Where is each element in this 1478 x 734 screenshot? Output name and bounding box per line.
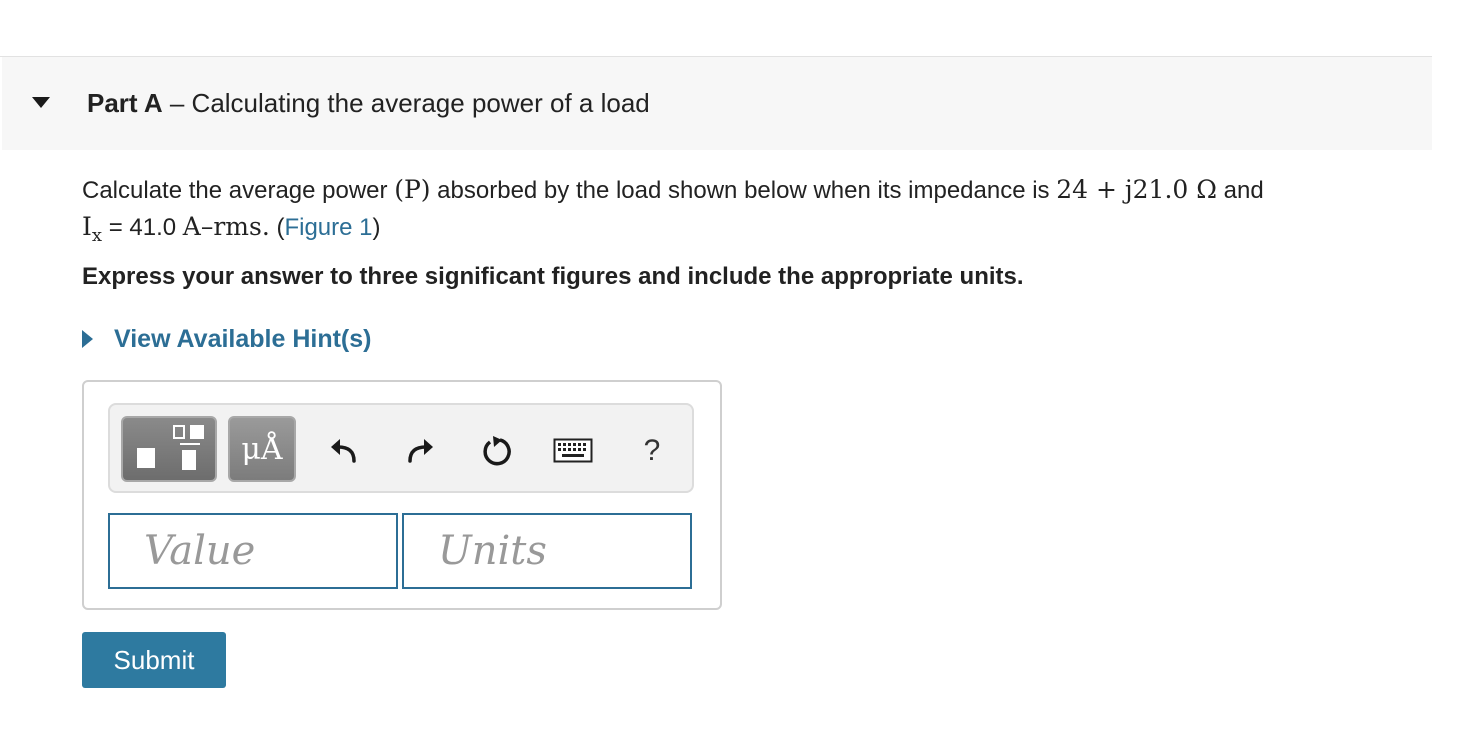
collapse-caret-icon[interactable] — [32, 97, 50, 108]
help-icon[interactable]: ? — [632, 431, 672, 471]
reset-icon[interactable] — [477, 431, 517, 471]
part-header[interactable]: Part A – Calculating the average power o… — [2, 57, 1432, 150]
current-units: A–rms. — [182, 212, 270, 241]
view-hints-toggle[interactable]: View Available Hint(s) — [82, 322, 371, 356]
value-input[interactable] — [110, 515, 396, 587]
problem-text-1: Calculate the average power — [82, 177, 395, 204]
power-symbol: (P) — [394, 175, 431, 204]
redo-icon[interactable] — [400, 431, 440, 471]
keyboard-icon[interactable] — [552, 431, 594, 471]
templates-icon[interactable] — [121, 416, 217, 482]
submit-button[interactable]: Submit — [82, 632, 226, 688]
part-title: Part A – Calculating the average power o… — [87, 88, 650, 119]
figure-link[interactable]: Figure 1 — [284, 214, 372, 241]
answer-box: μÅ ? Value Units — [82, 380, 722, 610]
problem-text-3: and — [1216, 177, 1264, 204]
current-value: = 41.0 — [102, 214, 183, 241]
units-icon[interactable]: μÅ — [228, 416, 296, 482]
units-field[interactable] — [402, 513, 692, 589]
math-toolbar: μÅ ? — [108, 403, 694, 493]
hint-caret-icon — [82, 330, 93, 348]
part-separator: – — [162, 88, 192, 118]
units-input[interactable] — [404, 515, 690, 587]
problem-statement: Calculate the average power (P) absorbed… — [82, 172, 1442, 254]
current-symbol: Ix — [82, 212, 103, 246]
help-label: ? — [643, 434, 661, 467]
value-field[interactable] — [108, 513, 398, 589]
units-label: μÅ — [241, 432, 283, 467]
part-title-text: Calculating the average power of a load — [191, 88, 650, 118]
impedance-value: 24 + j21.0 Ω — [1056, 175, 1217, 204]
part-label: Part A — [87, 88, 163, 118]
undo-icon[interactable] — [324, 431, 364, 471]
problem-text-2: absorbed by the load shown below when it… — [430, 177, 1057, 204]
view-hints-label[interactable]: View Available Hint(s) — [114, 325, 371, 354]
paren-open: ( — [269, 214, 285, 241]
paren-close: ) — [372, 214, 381, 241]
answer-instructions: Express your answer to three significant… — [82, 263, 1024, 290]
